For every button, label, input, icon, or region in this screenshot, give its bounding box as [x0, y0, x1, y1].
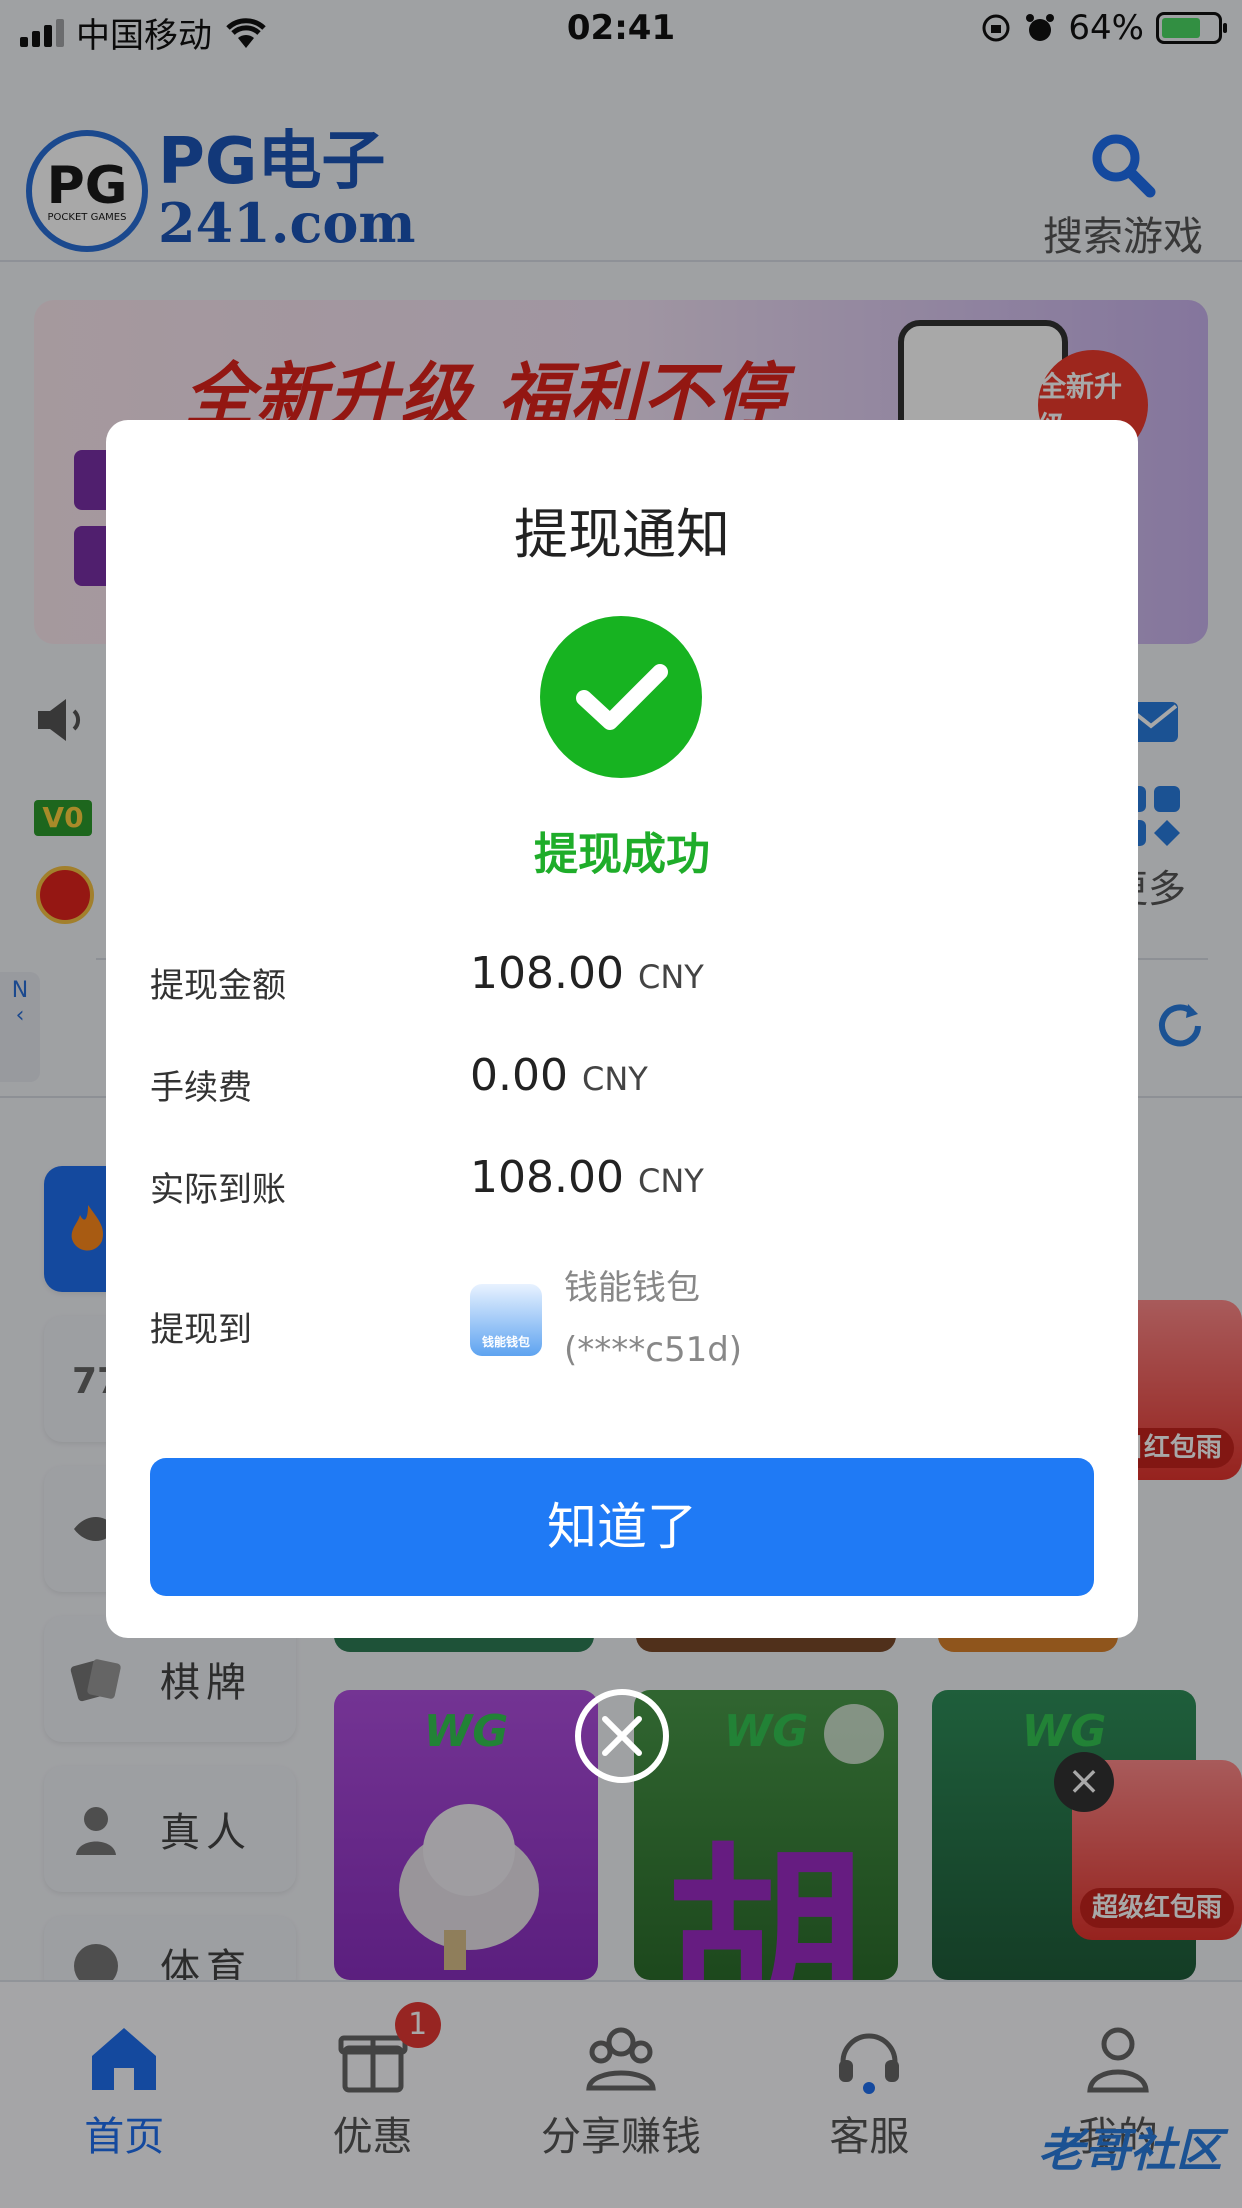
row-value: 0.00 CNY — [470, 1050, 648, 1101]
got-it-button[interactable]: 知道了 — [150, 1458, 1094, 1596]
wallet-name: 钱能钱包 — [564, 1268, 700, 1308]
currency: CNY — [637, 958, 704, 996]
currency: CNY — [637, 1162, 704, 1200]
row-label: 手续费 — [150, 1068, 252, 1108]
received-value: 108.00 — [470, 1152, 624, 1203]
success-check-icon — [540, 616, 702, 778]
received-row: 实际到账 108.00 CNY — [150, 1152, 1094, 1212]
row-value: 108.00 CNY — [470, 948, 704, 999]
row-value: 108.00 CNY — [470, 1152, 704, 1203]
amount-value: 108.00 — [470, 948, 624, 999]
dialog-title: 提现通知 — [514, 503, 730, 566]
withdrawal-notice-dialog: 提现通知 提现成功 提现金额 108.00 CNY 手续费 0.00 CNY 实际到… — [106, 420, 1138, 1638]
amount-row: 提现金额 108.00 CNY — [150, 948, 1094, 1008]
row-label: 提现金额 — [150, 966, 286, 1006]
wallet-icon-text: 钱能钱包 — [481, 1335, 530, 1349]
wallet-icon: 钱能钱包 — [470, 1284, 542, 1356]
row-label: 实际到账 — [150, 1170, 286, 1210]
status-text: 提现成功 — [534, 829, 710, 880]
fee-value: 0.00 — [470, 1050, 568, 1101]
row-label: 提现到 — [150, 1310, 252, 1350]
currency: CNY — [581, 1060, 648, 1098]
fee-row: 手续费 0.00 CNY — [150, 1050, 1094, 1110]
wallet-account: (****c51d) — [564, 1330, 743, 1370]
close-icon[interactable] — [572, 1686, 672, 1786]
